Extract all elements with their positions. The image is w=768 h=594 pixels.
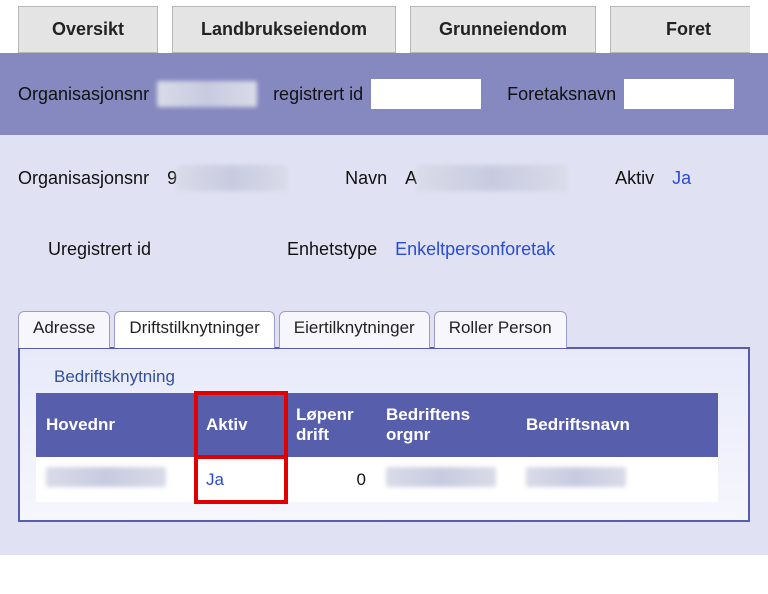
- cell-hovednr: [36, 457, 196, 502]
- subtab-eiertilknytninger[interactable]: Eiertilknytninger: [279, 311, 430, 348]
- filter-foretaksnavn-input[interactable]: [624, 79, 734, 109]
- cell-aktiv: Ja: [196, 457, 286, 502]
- tab-grunneiendom[interactable]: Grunneiendom: [410, 6, 596, 53]
- cell-bedriftens-orgnr: [376, 457, 516, 502]
- detail-navn-label: Navn: [345, 168, 387, 189]
- tab-foretak[interactable]: Foret: [610, 6, 750, 53]
- subtab-panel: Bedriftsknytning Hovednr Aktiv Løpenr dr…: [18, 347, 750, 522]
- drift-table: Hovednr Aktiv Løpenr drift Bedriftens or…: [36, 393, 718, 502]
- col-hovednr: Hovednr: [36, 393, 196, 457]
- detail-enhetstype-value: Enkeltpersonforetak: [395, 239, 555, 260]
- col-bedriftsnavn: Bedriftsnavn: [516, 393, 718, 457]
- tab-oversikt[interactable]: Oversikt: [18, 6, 158, 53]
- detail-aktiv-label: Aktiv: [615, 168, 654, 189]
- detail-orgnr-value: [177, 165, 287, 191]
- filter-uregid-input[interactable]: [371, 79, 481, 109]
- detail-enhetstype-label: Enhetstype: [287, 239, 377, 260]
- details-panel: Organisasjonsnr 9 Navn A Aktiv Ja Uregis…: [0, 135, 768, 555]
- col-lopenr: Løpenr drift: [286, 393, 376, 457]
- detail-navn-value: [417, 165, 567, 191]
- filter-bar: Organisasjonsnr registrert id Foretaksna…: [0, 53, 768, 135]
- filter-uregid-label: registrert id: [273, 84, 363, 105]
- detail-uregid-label: Uregistrert id: [48, 239, 151, 260]
- table-row[interactable]: Ja 0: [36, 457, 718, 502]
- subtab-driftstilknytninger[interactable]: Driftstilknytninger: [114, 311, 274, 348]
- cell-lopenr: 0: [286, 457, 376, 502]
- filter-orgnr-value[interactable]: [157, 81, 257, 107]
- detail-aktiv-value: Ja: [672, 168, 691, 189]
- sub-tabs: Adresse Driftstilknytninger Eiertilknytn…: [18, 310, 750, 347]
- subtab-adresse[interactable]: Adresse: [18, 311, 110, 348]
- col-bedriftens-orgnr: Bedriftens orgnr: [376, 393, 516, 457]
- filter-foretaksnavn-label: Foretaksnavn: [507, 84, 616, 105]
- section-link-bedriftsknytning[interactable]: Bedriftsknytning: [36, 359, 732, 393]
- tab-landbrukseiendom[interactable]: Landbrukseiendom: [172, 6, 396, 53]
- top-tabs: Oversikt Landbrukseiendom Grunneiendom F…: [0, 0, 768, 53]
- detail-navn-value-prefix: A: [405, 168, 417, 189]
- subtab-roller-person[interactable]: Roller Person: [434, 311, 567, 348]
- detail-orgnr-label: Organisasjonsnr: [18, 168, 149, 189]
- filter-orgnr-label: Organisasjonsnr: [18, 84, 149, 105]
- detail-orgnr-value-prefix: 9: [167, 168, 177, 189]
- col-aktiv: Aktiv: [196, 393, 286, 457]
- cell-bedriftsnavn: [516, 457, 718, 502]
